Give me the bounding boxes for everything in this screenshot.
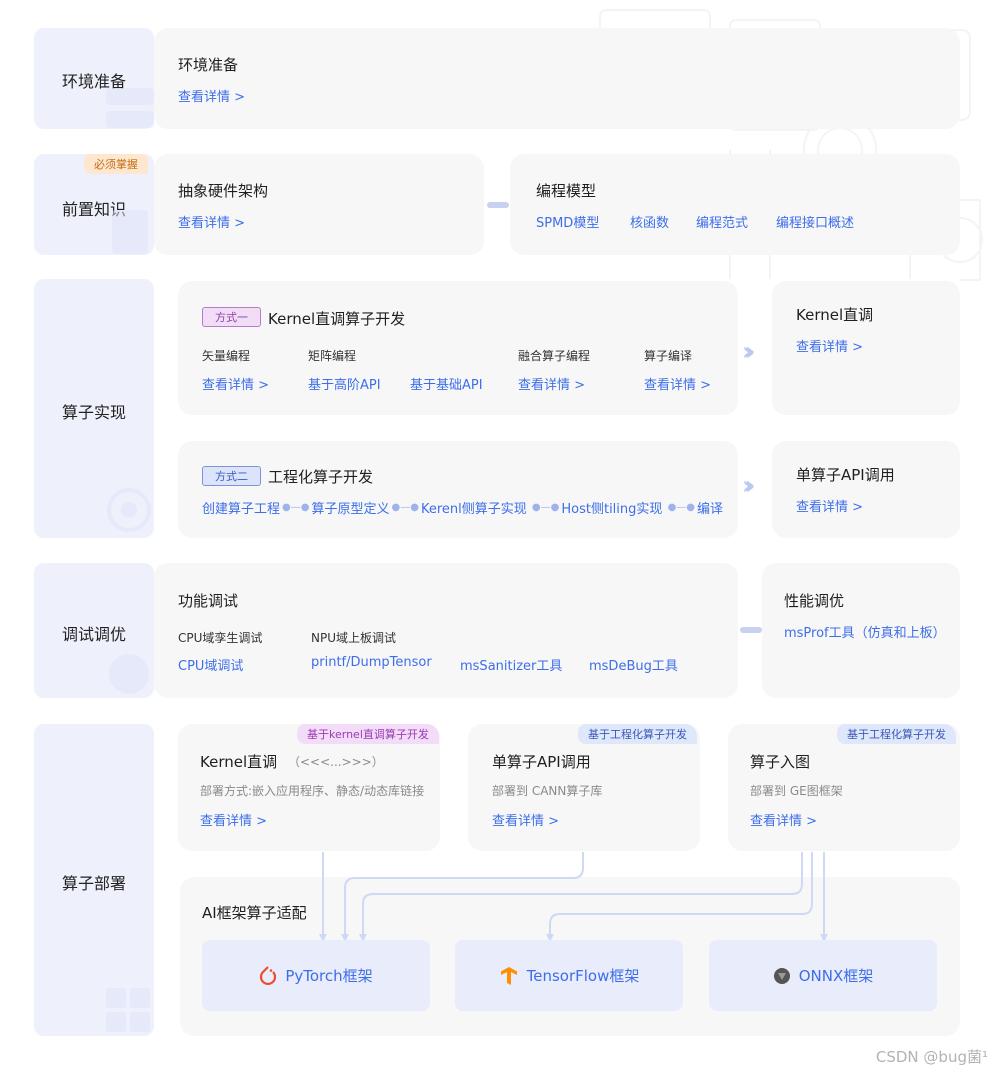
stage-debug: 调试调优 bbox=[34, 563, 154, 698]
single-op-api-card: 单算子API调用 查看详情 > bbox=[772, 441, 960, 538]
cpu-debug-link[interactable]: CPU域调试 bbox=[178, 655, 243, 674]
env-detail-link[interactable]: 查看详情 > bbox=[178, 86, 245, 105]
kernel-launch-syntax: （<<<...>>>） bbox=[288, 755, 384, 769]
deploy-kernel-detail-link[interactable]: 查看详情 > bbox=[200, 810, 267, 829]
fusion-detail-link[interactable]: 查看详情 > bbox=[518, 374, 585, 393]
connector bbox=[487, 202, 509, 208]
based-on-project-badge: 基于工程化算子开发 bbox=[837, 724, 956, 744]
method1-badge: 方式一 bbox=[202, 307, 261, 327]
msdebug-link[interactable]: msDeBug工具 bbox=[589, 655, 678, 674]
stage-label: 调试调优 bbox=[62, 625, 127, 644]
stage-env: 环境准备 bbox=[34, 28, 154, 129]
deploy-graph-desc: 部署到 GE图框架 bbox=[750, 784, 843, 798]
flow-connector: ●—● bbox=[391, 502, 419, 513]
prog-model-title: 编程模型 bbox=[536, 182, 597, 200]
flow-step[interactable]: Host侧tiling实现 bbox=[561, 498, 662, 517]
based-on-project-badge: 基于工程化算子开发 bbox=[578, 724, 697, 744]
flow-connector: ●—● bbox=[528, 502, 560, 513]
npu-debug-label: NPU域上板调试 bbox=[311, 631, 396, 645]
method2-title: 工程化算子开发 bbox=[268, 468, 374, 486]
gear-icon bbox=[109, 654, 149, 694]
deploy-kernel-title: Kernel直调 bbox=[200, 753, 278, 771]
flow-step[interactable]: 算子原型定义 bbox=[311, 498, 389, 517]
spmd-link[interactable]: SPMD模型 bbox=[536, 212, 599, 231]
pytorch-framework[interactable]: PyTorch框架 bbox=[202, 940, 430, 1011]
vector-detail-link[interactable]: 查看详情 > bbox=[202, 374, 269, 393]
method2-badge: 方式二 bbox=[202, 466, 261, 486]
method2-card: 方式二 工程化算子开发 创建算子工程 ●—● 算子原型定义 ●—● Kerenl… bbox=[178, 441, 738, 538]
tensorflow-framework[interactable]: TensorFlow框架 bbox=[455, 940, 683, 1011]
flow-connector: ●—● bbox=[282, 502, 310, 513]
tensorflow-label: TensorFlow框架 bbox=[526, 967, 640, 985]
env-card: 环境准备 查看详情 > bbox=[154, 28, 960, 129]
onnx-label: ONNX框架 bbox=[798, 967, 874, 985]
high-level-api-link[interactable]: 基于高阶API bbox=[308, 374, 381, 393]
perf-tune-card: 性能调优 msProf工具（仿真和上板） bbox=[762, 563, 960, 698]
dev-flow: 创建算子工程 ●—● 算子原型定义 ●—● Kerenl侧算子实现 ●—● Ho… bbox=[202, 498, 723, 517]
tensorflow-icon bbox=[500, 966, 517, 985]
stage-label: 算子部署 bbox=[62, 874, 127, 893]
flow-step[interactable]: Kerenl侧算子实现 bbox=[421, 498, 527, 517]
pytorch-label: PyTorch框架 bbox=[285, 967, 373, 985]
prog-paradigm-link[interactable]: 编程范式 bbox=[696, 212, 748, 231]
double-chevron-icon: ›› bbox=[742, 471, 756, 501]
perf-tune-title: 性能调优 bbox=[784, 592, 845, 610]
mssanitizer-link[interactable]: msSanitizer工具 bbox=[460, 655, 562, 674]
flow-step[interactable]: 创建算子工程 bbox=[202, 498, 280, 517]
fusion-prog-label: 融合算子编程 bbox=[518, 349, 591, 363]
method1-card: 方式一 Kernel直调算子开发 矢量编程 矩阵编程 融合算子编程 算子编译 查… bbox=[178, 281, 738, 415]
prog-api-link[interactable]: 编程接口概述 bbox=[776, 212, 854, 231]
matrix-prog-label: 矩阵编程 bbox=[308, 349, 357, 363]
deploy-graph-title: 算子入图 bbox=[750, 753, 811, 771]
cpu-debug-label: CPU域孪生调试 bbox=[178, 631, 263, 645]
connector bbox=[740, 627, 762, 633]
kernel-direct-title: Kernel直调 bbox=[796, 306, 874, 324]
kernel-direct-card: Kernel直调 查看详情 > bbox=[772, 281, 960, 415]
deploy-api-title: 单算子API调用 bbox=[492, 753, 591, 771]
func-debug-card: 功能调试 CPU域孪生调试 NPU域上板调试 CPU域调试 printf/Dum… bbox=[154, 563, 738, 698]
stage-label: 算子实现 bbox=[62, 403, 127, 422]
based-on-kernel-badge: 基于kernel直调算子开发 bbox=[297, 724, 439, 744]
server-icon bbox=[106, 88, 154, 128]
stage-impl: 算子实现 bbox=[34, 279, 154, 538]
pytorch-icon bbox=[260, 965, 277, 985]
flow-connector: ●—● bbox=[664, 502, 696, 513]
vector-prog-label: 矢量编程 bbox=[202, 349, 251, 363]
double-chevron-icon: ›› bbox=[742, 337, 756, 367]
single-op-api-detail-link[interactable]: 查看详情 > bbox=[796, 496, 863, 515]
deploy-kernel-desc: 部署方式:嵌入应用程序、静态/动态库链接 bbox=[200, 784, 425, 798]
compile-detail-link[interactable]: 查看详情 > bbox=[644, 374, 711, 393]
hw-arch-card: 抽象硬件架构 查看详情 > bbox=[154, 154, 484, 255]
cluster-icon bbox=[107, 488, 151, 532]
grid-icon bbox=[106, 988, 150, 1032]
hw-arch-title: 抽象硬件架构 bbox=[178, 182, 269, 200]
book-icon bbox=[112, 210, 148, 254]
deploy-graph-detail-link[interactable]: 查看详情 > bbox=[750, 810, 817, 829]
stage-deploy: 算子部署 bbox=[34, 724, 154, 1036]
method1-title: Kernel直调算子开发 bbox=[268, 310, 406, 328]
kernel-direct-detail-link[interactable]: 查看详情 > bbox=[796, 336, 863, 355]
env-card-title: 环境准备 bbox=[178, 56, 239, 74]
func-debug-title: 功能调试 bbox=[178, 592, 239, 610]
onnx-icon bbox=[773, 967, 790, 984]
kernel-func-link[interactable]: 核函数 bbox=[630, 212, 669, 231]
onnx-framework[interactable]: ONNX框架 bbox=[709, 940, 937, 1011]
deploy-api-detail-link[interactable]: 查看详情 > bbox=[492, 810, 559, 829]
msprof-link[interactable]: msProf工具（仿真和上板） bbox=[784, 622, 946, 641]
flow-step[interactable]: 编译 bbox=[697, 498, 723, 517]
printf-dumptensor-link[interactable]: printf/DumpTensor bbox=[311, 655, 432, 670]
prog-model-card: 编程模型 SPMD模型 核函数 编程范式 编程接口概述 bbox=[510, 154, 960, 255]
compile-label: 算子编译 bbox=[644, 349, 693, 363]
must-learn-badge: 必须掌握 bbox=[84, 154, 148, 174]
deploy-api-desc: 部署到 CANN算子库 bbox=[492, 784, 603, 798]
hw-arch-detail-link[interactable]: 查看详情 > bbox=[178, 212, 245, 231]
watermark: CSDN @bug菌¹ bbox=[875, 1048, 988, 1066]
basic-api-link[interactable]: 基于基础API bbox=[410, 374, 483, 393]
single-op-api-title: 单算子API调用 bbox=[796, 466, 895, 484]
ai-framework-title: AI框架算子适配 bbox=[202, 904, 307, 922]
